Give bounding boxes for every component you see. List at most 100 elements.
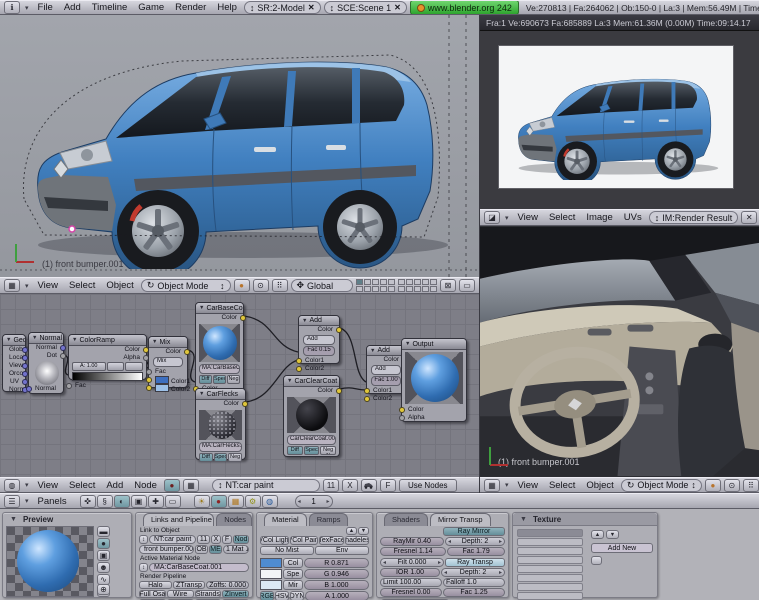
browse-icon[interactable]: ↕ [139,535,148,544]
header-collapse-icon[interactable]: ▾ [23,481,31,489]
ray-mirror-toggle[interactable]: Ray Mirror [443,527,505,536]
mode-dropdown[interactable]: ↻ Object Mode ↕ [140,279,231,292]
socket-color1-input[interactable] [364,388,370,394]
node-editor[interactable]: ▼Geometry Global Local View Orco UV Norm… [0,294,479,477]
fresnel-slider-2[interactable]: Fresnel 0.00 [380,588,442,597]
a-slider[interactable]: A 1.000 [305,591,369,600]
menu-file[interactable]: File [34,2,57,13]
unlink-button[interactable]: X [211,535,221,544]
tab-links-and-pipeline[interactable]: Links and Pipeline [143,513,215,526]
browse-icon[interactable]: ↕ [139,563,148,572]
preview-zoom-button[interactable]: ⊕ [97,584,110,595]
collapse-icon[interactable]: ▼ [72,337,77,343]
viewport-interior[interactable]: (1) front bumper.001 [480,226,759,477]
paste-material-icon[interactable]: ▼ [358,527,369,535]
specular-color-swatch[interactable] [260,569,282,579]
col-button[interactable]: Col [283,558,303,568]
socket-normal-output[interactable] [60,345,66,351]
texface-toggle[interactable]: TexFace [319,536,344,545]
socket-fac-input[interactable] [66,383,72,389]
blend-mode-dropdown[interactable]: Add [303,335,335,345]
fresnel-slider[interactable]: Fresnel 1.14 [380,547,447,556]
active-node-name-field[interactable]: MA:CarBaseCoat.001 [149,563,249,572]
collapse-icon[interactable]: ▼ [6,337,11,343]
browse-icon[interactable]: ↕ [655,213,660,223]
depth-field[interactable]: ◂ Depth: 2 ▸ [445,537,505,546]
render-preview-icon[interactable]: ▭ [459,279,475,292]
pivot-icon[interactable]: ⊙ [252,279,269,292]
users-count-button[interactable]: 11 [197,535,210,544]
rgb-toggle[interactable]: RGB [260,591,274,600]
filt-field[interactable]: ◂ Filt 0.000 ▸ [380,558,444,567]
ramp-del-button[interactable] [106,362,125,371]
texture-down-icon[interactable]: ▼ [606,530,619,539]
menu-timeline[interactable]: Timeline [88,2,132,13]
depth-field-2[interactable]: ◂ Depth: 2 ▸ [441,568,505,577]
window-type-icon[interactable]: ℹ [4,1,20,14]
ob-toggle[interactable]: OB [195,545,208,554]
layer-buttons-2[interactable] [398,279,437,292]
socket-color1-input[interactable] [146,377,152,383]
collapse-icon[interactable]: ▼ [405,341,410,347]
pivot-center-icon[interactable]: ⠿ [742,478,759,492]
close-icon[interactable]: ✕ [308,3,315,12]
preview-flat-button[interactable]: ▬ [97,526,110,537]
node-material-carbasecoat[interactable]: ▼CarBaseCo Color MA:CarBaseCoat.001 Diff… [193,302,246,394]
hsv-toggle[interactable]: HSV [275,591,289,600]
menu-uvs[interactable]: UVs [620,212,646,223]
me-toggle[interactable]: ME [209,545,222,554]
tab-nodes[interactable]: Nodes [216,513,252,526]
lock-icon[interactable]: ⊠ [440,279,456,292]
diff-toggle[interactable]: Diff [287,446,303,455]
editor-type-icon[interactable]: ▦ [484,478,500,492]
radiosity-buttons-icon[interactable]: ⚙ [244,494,261,508]
close-icon[interactable]: ✕ [394,3,401,12]
socket-fac-input[interactable] [146,369,152,375]
preview-monkey-button[interactable]: ☻ [97,562,110,573]
menu-object[interactable]: Object [582,480,617,491]
socket-color-output[interactable] [240,315,246,321]
browse-icon[interactable]: ↕ [330,3,335,13]
blender-version-button[interactable]: www.blender.org 242 [409,1,519,14]
render-result-area[interactable] [480,31,759,209]
diffuse-color-swatch[interactable] [260,558,282,568]
viewport-3d[interactable]: (1) front bumper.001 [0,15,479,277]
texture-buttons-icon[interactable]: ▦ [227,494,244,508]
node-tree-selector[interactable]: ↕ NT:car paint [211,478,320,492]
ray-transp-toggle[interactable]: Ray Transp [445,558,505,567]
socket-alpha-input[interactable] [399,415,405,421]
browse-icon[interactable]: ↕ [218,480,223,490]
neg-toggle[interactable]: Neg N [320,446,337,455]
header-collapse-icon[interactable]: ▾ [503,214,511,222]
falloff-field[interactable]: Falloff 1.0 [443,578,505,587]
mir-button[interactable]: Mir [283,580,303,590]
tab-mirror-transp[interactable]: Mirror Transp [429,513,491,526]
g-slider[interactable]: G 0.946 [304,569,369,579]
transform-orientation-dropdown[interactable]: ✥ Global [290,279,353,292]
mix-blend-dropdown[interactable]: Mix [153,357,183,367]
menu-select[interactable]: Select [545,212,579,223]
ztransp-toggle[interactable]: ZTransp [172,581,206,589]
header-collapse-icon[interactable]: ▾ [23,497,31,505]
draw-type-icon[interactable]: ● [233,279,250,292]
node-mix[interactable]: ▼ Mix Color Mix Fac Color1 Color2 [146,336,190,393]
mode-dropdown[interactable]: ↻ Object Mode ↕ [620,478,702,492]
zoffs-field[interactable]: Zoffs: 0.000 [206,581,249,589]
use-nodes-button[interactable]: Use Nodes [398,478,457,492]
menu-render[interactable]: Render [171,2,210,13]
mirror-color-swatch[interactable] [260,580,282,590]
fac-slider-2[interactable]: Fac 1.25 [443,588,505,597]
spec-toggle[interactable]: Spec [303,446,320,455]
spec-toggle[interactable]: Spec [213,453,228,462]
dyn-toggle[interactable]: DYN [290,591,304,600]
texture-extra-button[interactable] [591,556,602,565]
tab-material[interactable]: Material [264,513,307,526]
unlink-button[interactable]: X [341,478,358,492]
spe-button[interactable]: Spe [283,569,303,579]
node-add-2[interactable]: ▼ Add Color Add Fac 1.00 Color1 Color2 [364,345,408,402]
collapse-icon[interactable]: ▼ [302,318,307,324]
collapse-icon[interactable]: ▼ [152,339,157,345]
env-toggle[interactable]: Env [315,546,369,555]
neg-toggle[interactable]: Neg [228,453,243,462]
node-add-1[interactable]: ▼ Add Color Add Fac 0.15 Color1 Color2 [296,315,342,372]
